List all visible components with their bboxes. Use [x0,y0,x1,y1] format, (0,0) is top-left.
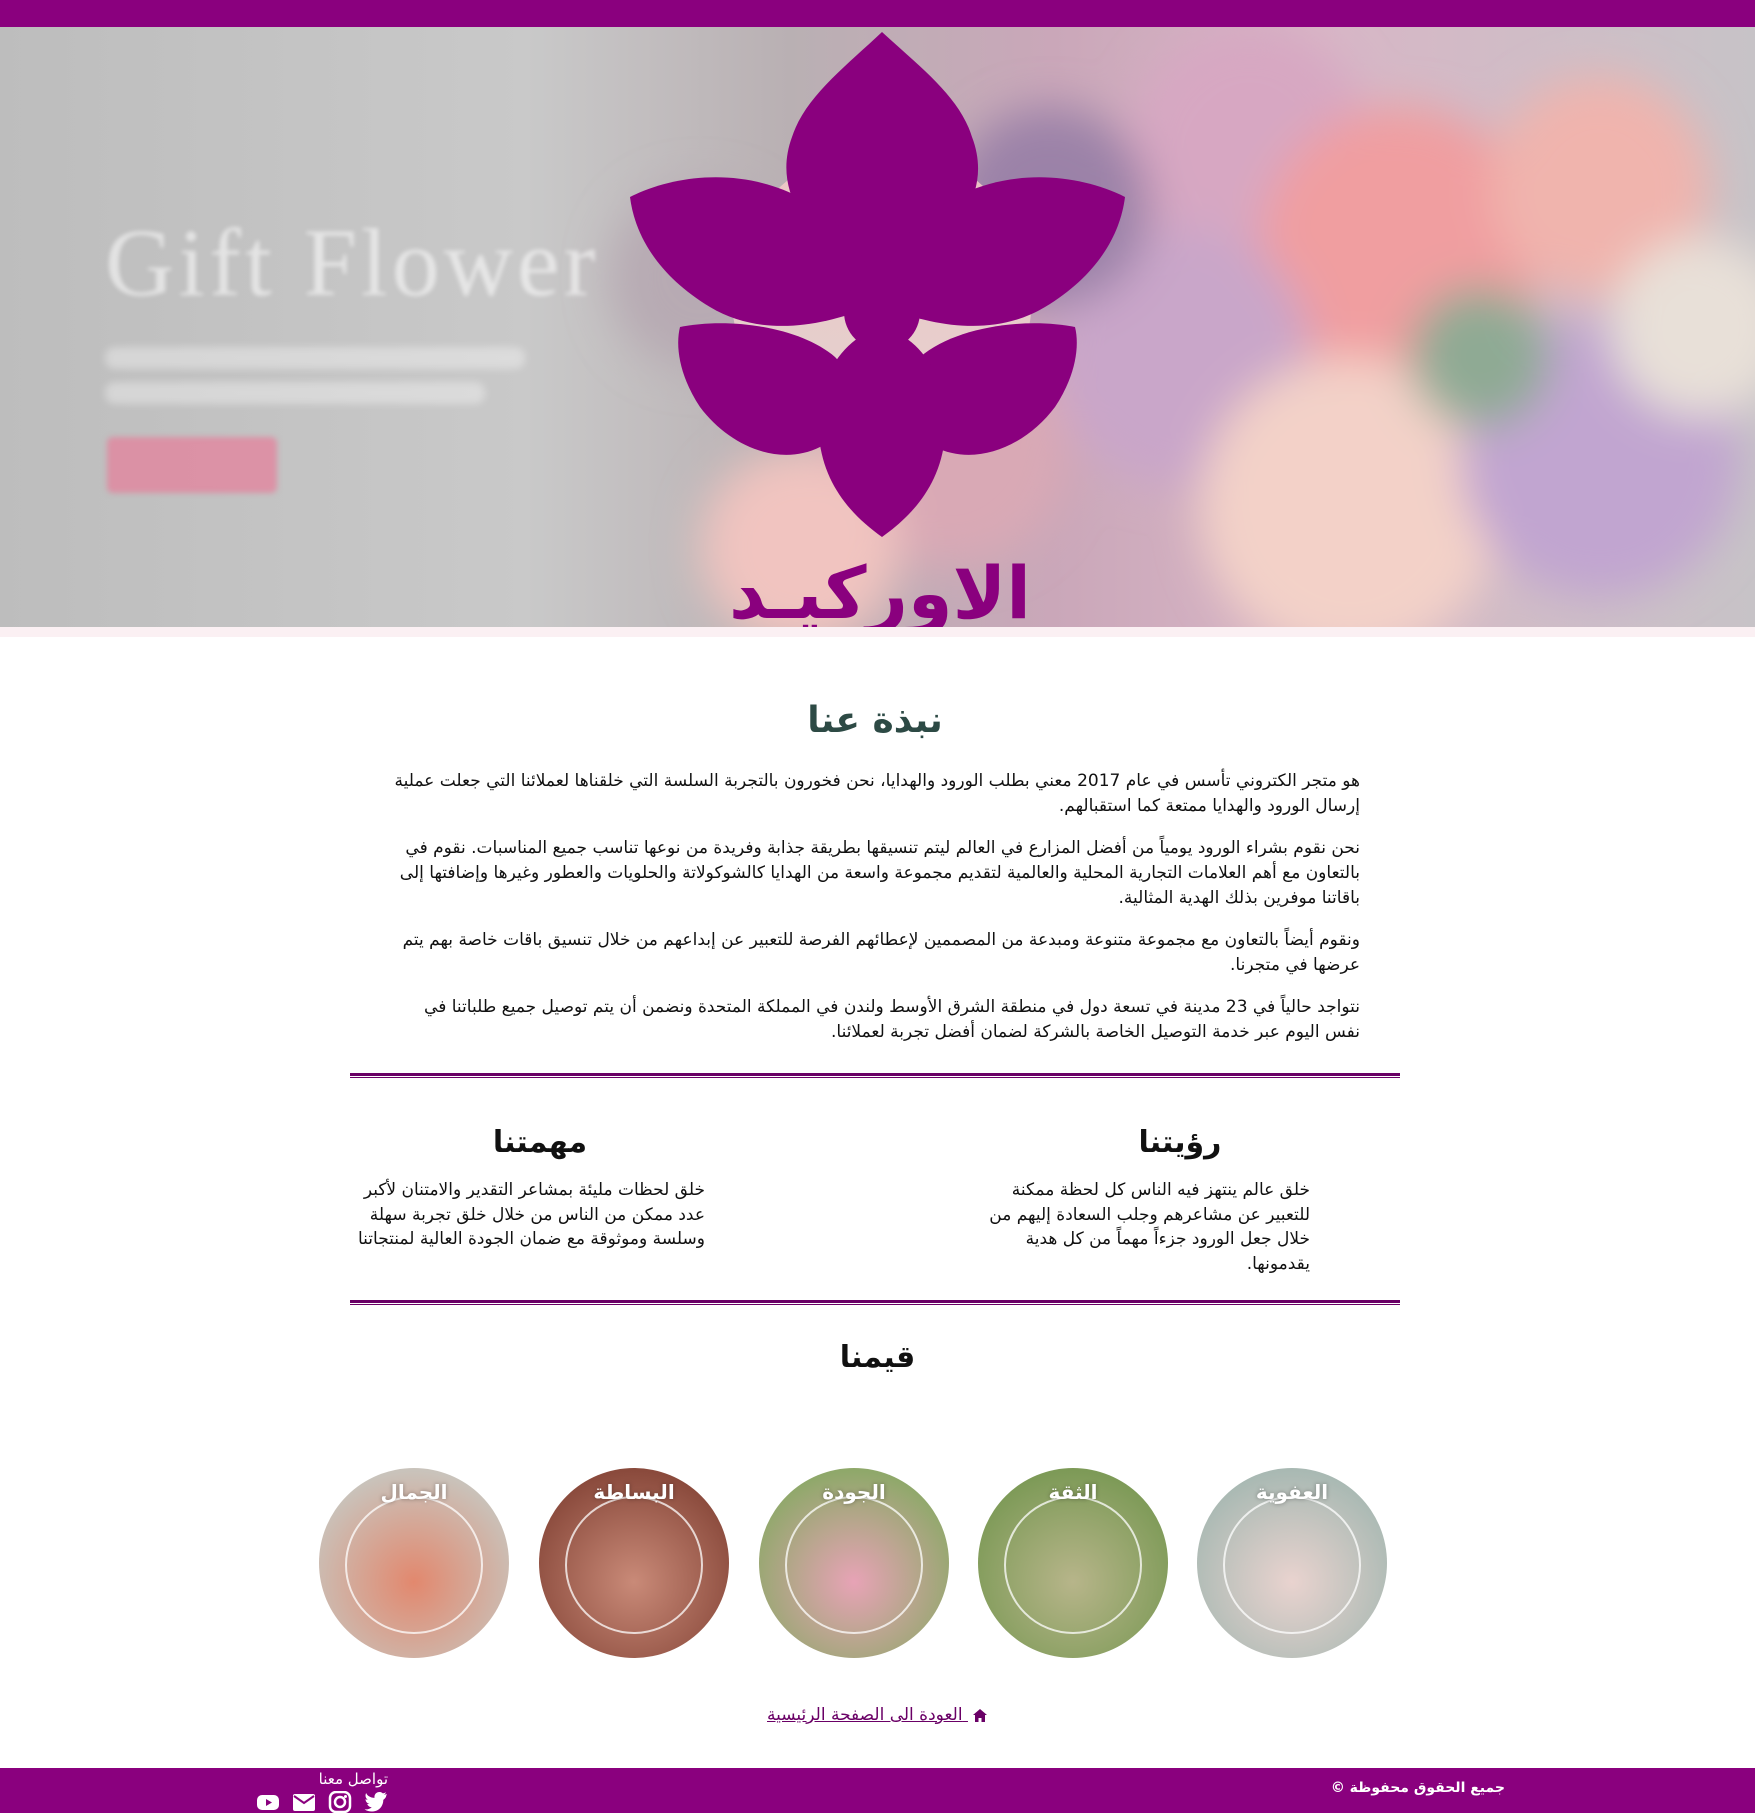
section-divider [350,1300,1400,1305]
hero-banner-text: Gift Flower [105,209,600,316]
values-title: قيمنا [839,1340,916,1375]
back-home-link-wrapper: العودة الى الصفحة الرئيسية [0,1705,1755,1725]
value-card-beauty[interactable]: الجمال [319,1468,509,1658]
value-ring [1004,1496,1142,1634]
values-row: العفوية الثقة الجودة البساطة الجمال [0,1468,1755,1658]
value-card-trust[interactable]: الثقة [978,1468,1168,1658]
value-label: الجمال [380,1480,448,1504]
back-home-label: العودة الى الصفحة الرئيسية [767,1705,963,1725]
orchid-logo-icon [630,32,1125,537]
contact-block: تواصل معنا [248,1768,388,1813]
vision-text: خلق عالم ينتهز فيه الناس كل لحظة ممكنة ل… [989,1180,1310,1274]
value-ring [565,1496,703,1634]
back-home-link[interactable]: العودة الى الصفحة الرئيسية [767,1705,988,1725]
about-title: نبذة عنا [807,700,943,741]
value-card-simplicity[interactable]: البساطة [539,1468,729,1658]
brand-name: الاوركيـد [729,551,1031,627]
value-ring [785,1496,923,1634]
top-bar [0,0,1755,27]
mission-section: مهمتنا خلق لحظات مليئة بمشاعر التقدير وا… [340,1125,740,1252]
value-label: الثقة [1048,1480,1098,1504]
social-icons [248,1790,388,1813]
value-card-spontaneity[interactable]: العفوية [1197,1468,1387,1658]
email-icon[interactable] [292,1791,316,1813]
hero-blurred-shop-button [107,437,277,493]
about-paragraph: نتواجد حالياً في 23 مدينة في تسعة دول في… [424,997,1360,1043]
hero-banner: Gift Flower الاوركيـد [0,27,1755,627]
value-label: البساطة [593,1480,675,1504]
footer: جميع الحقوق محفوظة © تواصل معنا [0,1768,1755,1813]
mission-text: خلق لحظات مليئة بمشاعر التقدير والامتنان… [357,1180,705,1250]
about-paragraph: ونقوم أيضاً بالتعاون مع مجموعة متنوعة وم… [402,930,1360,975]
about-paragraph: نحن نقوم بشراء الورود يومياً من أفضل الم… [399,838,1360,908]
about-paragraph: هو متجر الكتروني تأسس في عام 2017 معني ب… [394,771,1360,816]
value-label: الجودة [822,1480,886,1504]
hero-blurred-line [105,382,485,404]
youtube-icon[interactable] [256,1791,280,1813]
hero-blurred-line [105,347,525,369]
hero-bottom-strip [0,627,1755,637]
vision-title: رؤيتنا [1138,1125,1222,1160]
instagram-icon[interactable] [328,1790,352,1813]
copyright: جميع الحقوق محفوظة © [1330,1780,1505,1796]
vision-section: رؤيتنا خلق عالم ينتهز فيه الناس كل لحظة … [980,1125,1380,1277]
mission-title: مهمتنا [492,1125,588,1160]
value-ring [345,1496,483,1634]
value-label: العفوية [1255,1480,1329,1504]
twitter-icon[interactable] [364,1791,388,1813]
about-section: نبذة عنا هو متجر الكتروني تأسس في عام 20… [350,700,1400,1063]
value-ring [1223,1496,1361,1634]
value-card-quality[interactable]: الجودة [759,1468,949,1658]
contact-title: تواصل معنا [318,1770,388,1788]
home-icon [972,1708,987,1722]
section-divider [350,1073,1400,1078]
